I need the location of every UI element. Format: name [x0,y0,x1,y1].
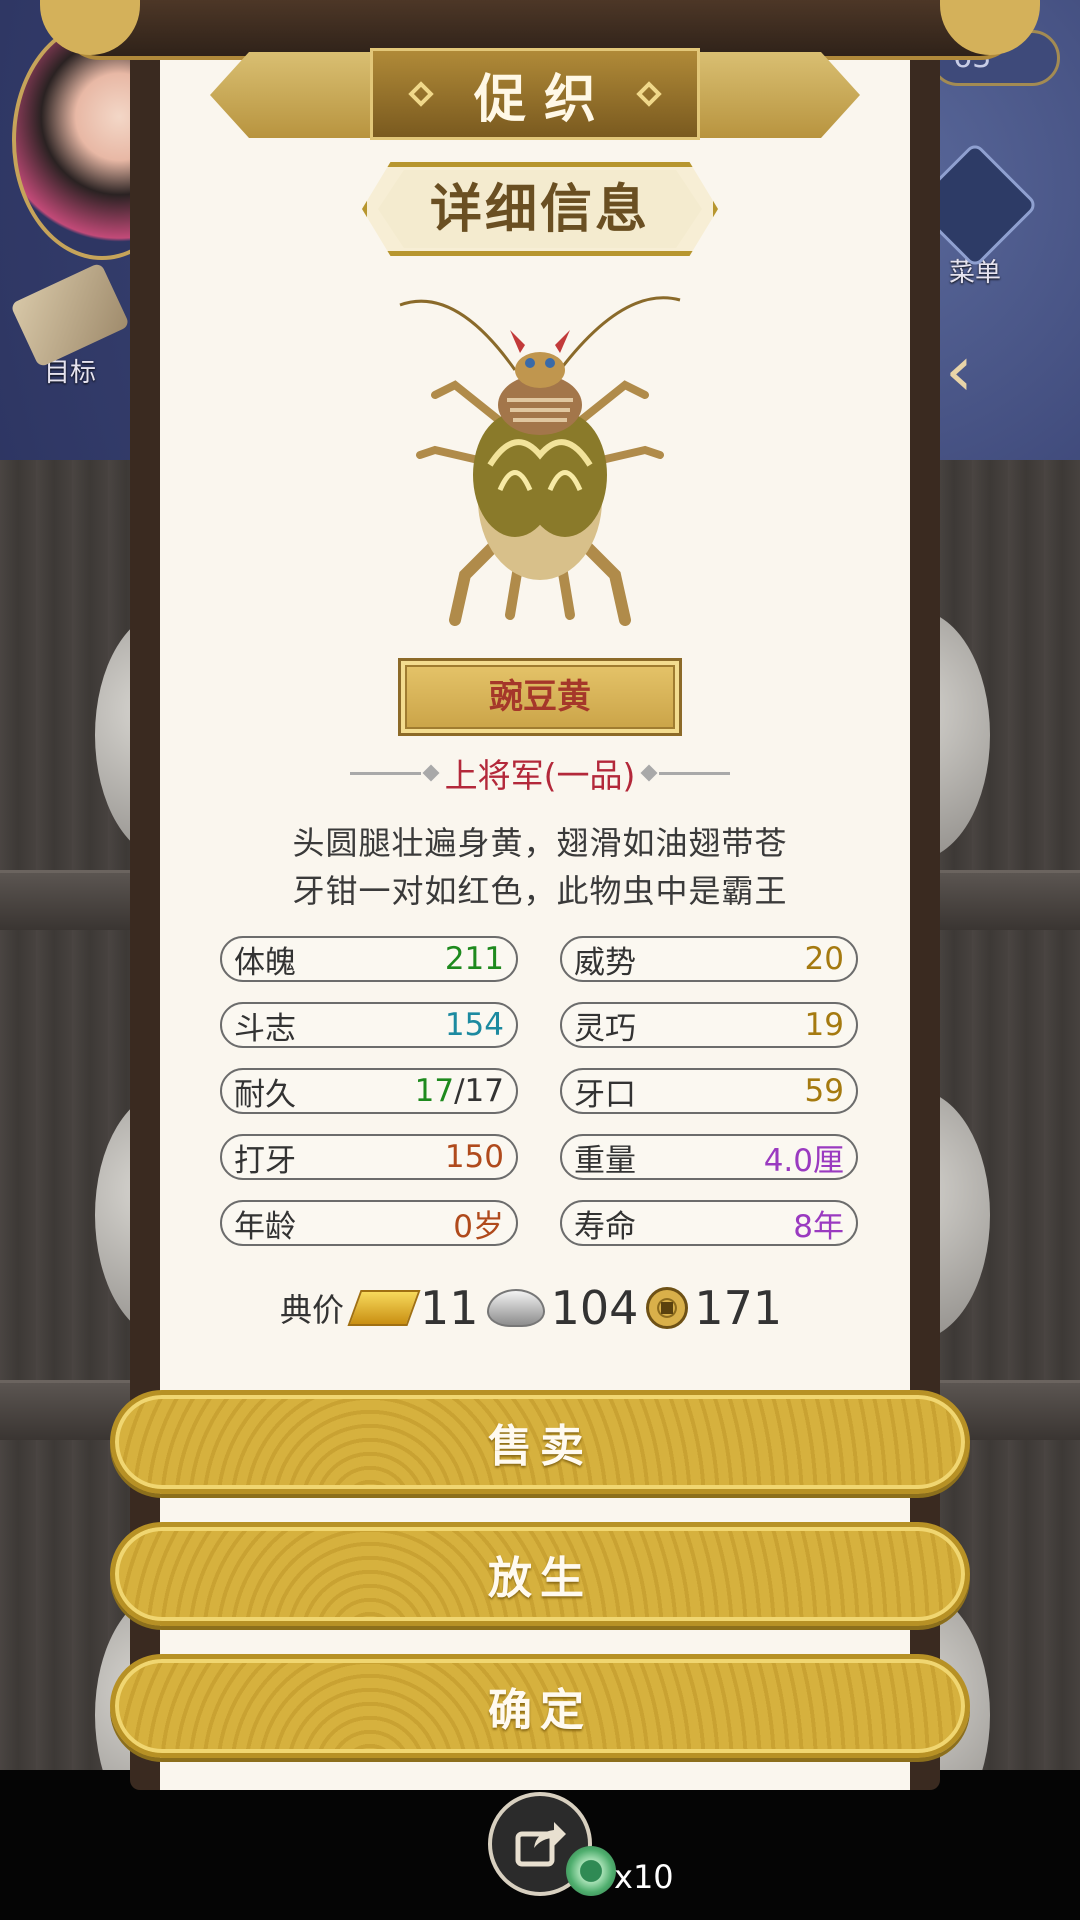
gold-amount: 11 [420,1281,479,1335]
jade-count: x10 [614,1858,674,1896]
stat-age: 年龄 0岁 [220,1200,518,1246]
diamond-ornament-icon [636,81,662,107]
description-line: 头圆腿壮遍身黄，翅滑如油翅带苍 [292,824,788,862]
stat-label: 牙口 [574,1076,636,1113]
stat-label: 重量 [574,1142,636,1179]
stat-value: 154 [444,1007,504,1043]
stat-value: 20 [804,941,844,977]
menu-button[interactable]: 菜单 [911,141,1039,289]
stat-label: 体魄 [234,944,296,981]
stat-value: 211 [444,941,504,977]
back-arrow-icon[interactable]: ‹ [945,330,1005,420]
divider [350,771,421,775]
cricket-name: 豌豆黄 [489,677,591,717]
stat-value: 59 [804,1073,844,1109]
gold-bar-icon [347,1290,421,1326]
stat-weight: 重量 4.0厘 [560,1134,858,1180]
stat-durability: 耐久 17/17 [220,1068,518,1114]
title-banner: 促织 [370,48,700,140]
stat-label: 灵巧 [574,1010,636,1047]
cricket-image [399,296,681,626]
sell-label: 售卖 [488,1421,592,1472]
stat-spirit: 斗志 154 [220,1002,518,1048]
stat-value: 17 [414,1073,455,1109]
release-label: 放生 [488,1553,592,1604]
sell-button[interactable]: 售卖 [110,1390,970,1494]
stat-agility: 灵巧 19 [560,1002,858,1048]
stat-label: 耐久 [234,1076,296,1113]
stat-value: 0岁 [453,1208,504,1245]
price-label: 典价 [280,1291,345,1329]
stat-value: 4.0厘 [763,1142,844,1179]
diamond-ornament-icon [640,764,658,782]
silver-ingot-icon [486,1289,545,1327]
stat-value-total: /17 [454,1073,504,1109]
divider [659,771,730,775]
diamond-ornament-icon [408,81,434,107]
copper-amount: 171 [694,1281,783,1335]
stat-label: 斗志 [234,1010,296,1047]
stat-bite: 牙口 59 [560,1068,858,1114]
stat-label: 年龄 [234,1208,296,1245]
stat-strike: 打牙 150 [220,1134,518,1180]
diamond-ornament-icon [422,764,440,782]
detail-heading: 详细信息 [429,180,650,240]
stat-value: 150 [444,1139,504,1175]
price-row: 典价 11 104 171 [280,1278,840,1338]
stat-label: 威势 [574,944,636,981]
stat-label: 打牙 [234,1142,296,1179]
rank-text: 上将军(一品) [444,756,636,795]
stat-physique: 体魄 211 [220,936,518,982]
rank-row: 上将军(一品) [350,750,730,796]
release-button[interactable]: 放生 [110,1522,970,1626]
silver-amount: 104 [550,1281,639,1335]
stat-might: 威势 20 [560,936,858,982]
target-button[interactable]: 目标 [9,262,131,389]
stat-value: 8年 [793,1208,844,1245]
stat-label: 寿命 [574,1208,636,1245]
jade-icon [566,1846,616,1896]
stat-value-group: 17/17 [415,1073,504,1109]
confirm-label: 确定 [488,1685,592,1736]
page-title: 促织 [473,69,614,130]
share-icon [515,1822,566,1867]
stat-lifespan: 寿命 8年 [560,1200,858,1246]
confirm-button[interactable]: 确定 [110,1654,970,1758]
description-line: 牙钳一对如红色，此物虫中是霸王 [292,872,788,910]
stat-value: 19 [804,1007,844,1043]
copper-coin-icon [646,1287,689,1329]
